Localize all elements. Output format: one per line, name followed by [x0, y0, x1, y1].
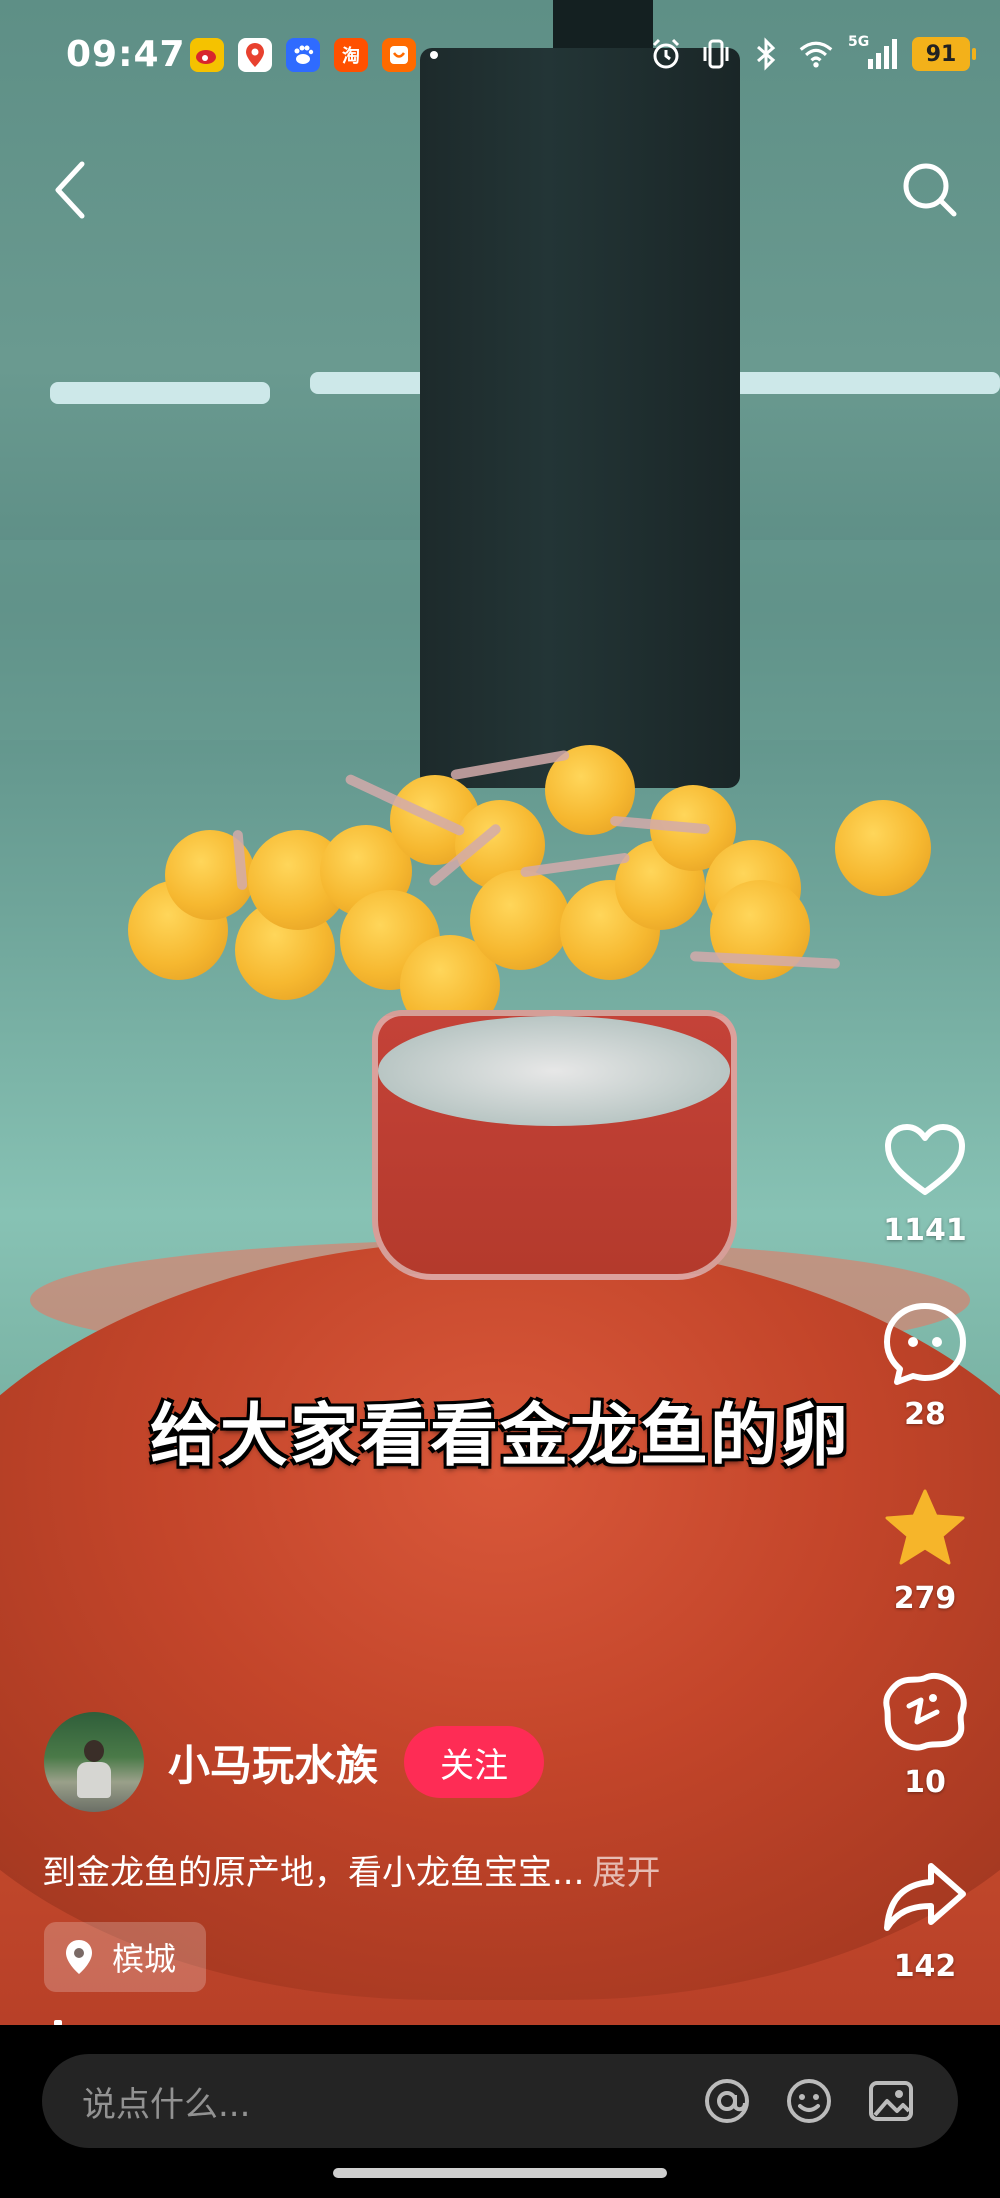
system-icons: 5G 91	[648, 34, 976, 72]
description-text: 到金龙鱼的原产地，看小龙鱼宝宝...	[42, 1853, 585, 1893]
signal-icon: 5G	[848, 34, 898, 72]
location-label: 槟城	[112, 1940, 177, 1978]
weibo-icon	[190, 38, 224, 72]
network-label: 5G	[848, 34, 870, 50]
repost-action[interactable]: 10	[870, 1667, 980, 1821]
avatar-body	[77, 1762, 111, 1798]
notification-icons: 淘	[190, 38, 438, 72]
emoji-icon[interactable]	[782, 2074, 836, 2128]
search-button[interactable]	[890, 150, 970, 230]
home-indicator[interactable]	[333, 2168, 667, 2178]
location-app-icon	[238, 38, 272, 72]
comment-action[interactable]: 28	[870, 1299, 980, 1453]
favorite-count: 279	[893, 1581, 957, 1616]
like-action[interactable]: 1141	[870, 1115, 980, 1269]
more-notifications-dot	[430, 51, 438, 59]
comment-count: 28	[904, 1397, 946, 1432]
chevron-left-icon	[55, 161, 85, 219]
back-button[interactable]	[40, 150, 100, 230]
post-description[interactable]: 到金龙鱼的原产地，看小龙鱼宝宝... 展开	[42, 1845, 660, 1894]
battery-indicator: 91	[912, 37, 976, 71]
taobao-icon: 淘	[334, 38, 368, 72]
author-name[interactable]: 小马玩水族	[168, 1732, 378, 1793]
status-time: 09:47	[66, 34, 186, 75]
comment-placeholder: 说点什么...	[82, 2084, 251, 2125]
comment-icon[interactable]	[880, 1299, 970, 1389]
avatar[interactable]	[44, 1712, 144, 1812]
like-count: 1141	[883, 1213, 967, 1248]
author-row: 小马玩水族 关注	[44, 1712, 545, 1812]
egg	[835, 800, 931, 896]
share-action[interactable]: 142	[870, 1851, 980, 2005]
baidu-icon	[286, 38, 320, 72]
tank-filter	[420, 48, 740, 788]
repost-icon[interactable]	[880, 1667, 970, 1757]
share-icon[interactable]	[880, 1851, 970, 1941]
air-stone-top	[378, 1016, 730, 1126]
alarm-icon	[648, 36, 684, 72]
avatar-head	[84, 1740, 104, 1762]
shopping-icon	[382, 38, 416, 72]
follow-button[interactable]: 关注	[404, 1726, 545, 1798]
heart-icon[interactable]	[880, 1115, 970, 1205]
bluetooth-icon	[748, 36, 784, 72]
mention-icon[interactable]	[700, 2074, 754, 2128]
location-pin-icon	[66, 1940, 92, 1974]
image-icon[interactable]	[864, 2074, 918, 2128]
wifi-icon	[798, 36, 834, 72]
star-icon[interactable]	[880, 1483, 970, 1573]
status-bar: 09:47 淘 5G 91	[0, 0, 1000, 110]
favorite-action[interactable]: 279	[870, 1483, 980, 1637]
repost-count: 10	[904, 1765, 946, 1800]
expand-link[interactable]: 展开	[592, 1853, 660, 1893]
action-rail: 1141 28 279 10 142	[870, 1115, 980, 2035]
location-chip[interactable]: 槟城	[44, 1922, 207, 1992]
comment-input[interactable]: 说点什么...	[42, 2054, 958, 2148]
search-icon	[903, 163, 957, 217]
tank-light	[50, 382, 270, 404]
vibrate-icon	[698, 36, 734, 72]
video-caption: 给大家看看金龙鱼的卵	[149, 1397, 850, 1476]
egg	[470, 870, 570, 970]
share-count: 142	[893, 1949, 957, 1984]
